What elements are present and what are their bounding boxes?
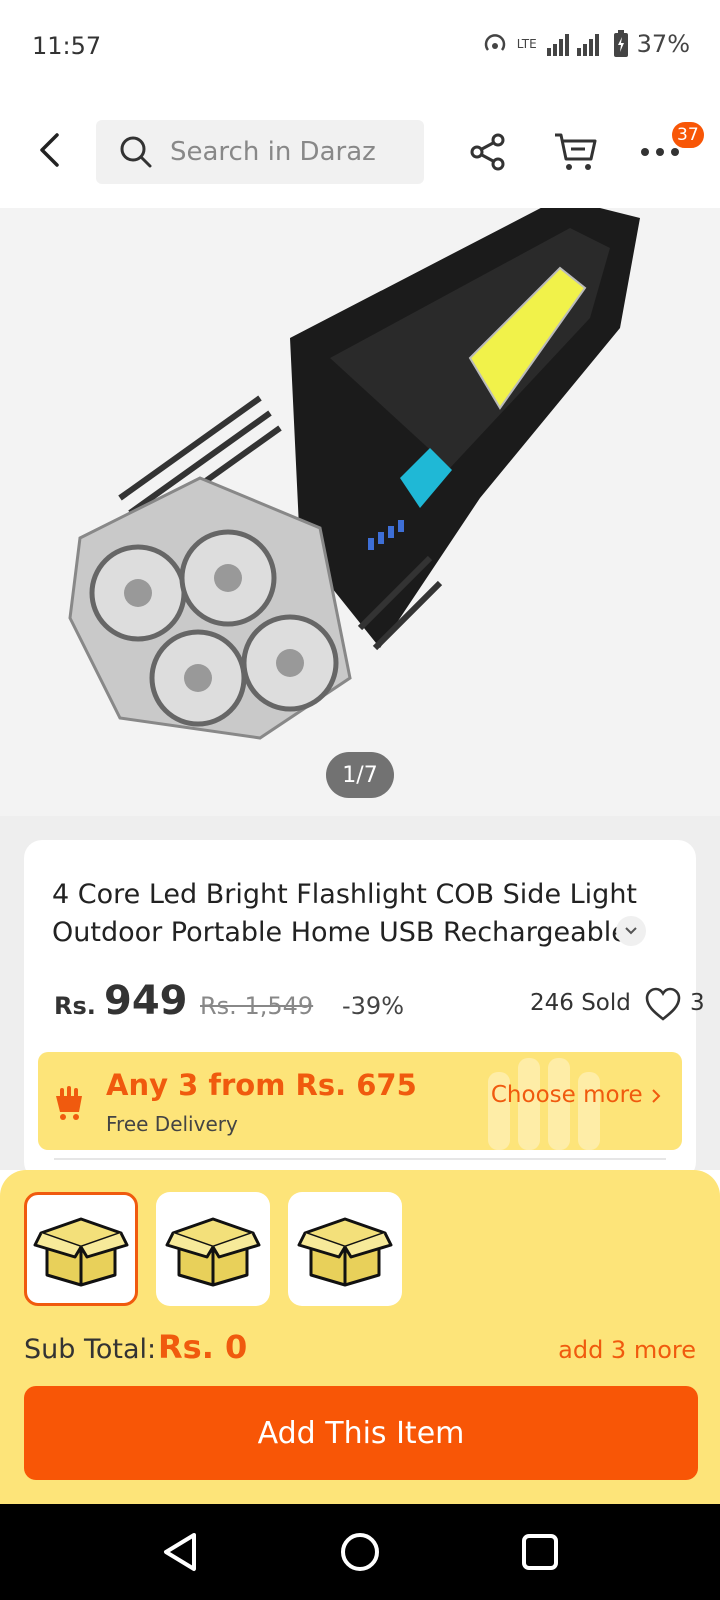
expand-title-button[interactable] bbox=[616, 916, 646, 946]
search-bar[interactable] bbox=[96, 120, 424, 184]
bundle-slot-3[interactable] bbox=[288, 1192, 402, 1306]
wishlist-count: 3 bbox=[690, 990, 705, 1016]
image-counter: 1/7 bbox=[326, 752, 394, 798]
bundle-slot-1[interactable] bbox=[24, 1192, 138, 1306]
choose-more-label: Choose more bbox=[490, 1082, 643, 1108]
choose-more-link[interactable]: Choose more bbox=[491, 1082, 662, 1108]
battery-level: 37% bbox=[636, 30, 690, 58]
shopping-cart-hand-icon bbox=[56, 1086, 82, 1120]
more-icon bbox=[641, 148, 679, 156]
box-icon bbox=[297, 1217, 393, 1287]
cart-icon bbox=[555, 133, 597, 170]
promo-title: Any 3 from Rs. 675 bbox=[106, 1068, 417, 1102]
network-type: LTE bbox=[516, 37, 537, 51]
subtotal-value: Rs. 0 bbox=[158, 1328, 248, 1366]
chevron-down-icon bbox=[625, 927, 637, 935]
promo-subtitle: Free Delivery bbox=[106, 1112, 238, 1136]
wishlist-heart-icon[interactable] bbox=[644, 986, 682, 1022]
product-image-gallery[interactable]: 1/7 bbox=[0, 208, 720, 816]
box-icon bbox=[33, 1217, 129, 1287]
divider bbox=[54, 1158, 666, 1160]
search-input[interactable] bbox=[170, 137, 400, 167]
signal-icon bbox=[546, 34, 599, 56]
add-this-item-button[interactable]: Add This Item bbox=[24, 1386, 698, 1480]
product-title-line2: Outdoor Portable Home USB Rechargeable bbox=[52, 917, 628, 948]
price-currency: Rs. bbox=[54, 992, 96, 1020]
subtotal-label: Sub Total: bbox=[24, 1334, 157, 1365]
price-row: Rs. 949 Rs. 1,549 -39% 246 Sold 3 bbox=[54, 978, 705, 1028]
nav-recents-button[interactable] bbox=[516, 1528, 564, 1576]
sold-count: 246 Sold bbox=[530, 990, 631, 1016]
status-time: 11:57 bbox=[32, 32, 102, 60]
flashlight-image bbox=[68, 208, 640, 740]
cart-button[interactable] bbox=[552, 128, 600, 176]
triangle-back-icon bbox=[164, 1533, 196, 1571]
cart-count-badge: 37 bbox=[670, 120, 706, 150]
back-button[interactable] bbox=[28, 126, 72, 174]
top-header: 37 bbox=[0, 100, 720, 208]
add-more-hint: add 3 more bbox=[558, 1336, 696, 1364]
original-price: Rs. 1,549 bbox=[200, 992, 314, 1020]
nav-back-button[interactable] bbox=[156, 1528, 204, 1576]
share-button[interactable] bbox=[464, 128, 512, 176]
box-icon bbox=[165, 1217, 261, 1287]
product-title: 4 Core Led Bright Flashlight COB Side Li… bbox=[52, 876, 648, 952]
search-icon bbox=[120, 136, 152, 168]
status-icons: LTE 37% bbox=[481, 30, 690, 58]
circle-home-icon bbox=[341, 1533, 379, 1571]
discount-percent: -39% bbox=[342, 992, 405, 1020]
status-bar: 11:57 LTE 37% bbox=[0, 0, 720, 100]
hotspot-icon bbox=[484, 34, 505, 51]
product-title-line1: 4 Core Led Bright Flashlight COB Side Li… bbox=[52, 879, 638, 910]
bundle-slot-2[interactable] bbox=[156, 1192, 270, 1306]
back-arrow-icon bbox=[40, 133, 59, 167]
square-recents-icon bbox=[522, 1534, 558, 1570]
share-icon bbox=[470, 133, 505, 171]
bundle-bottom-sheet: Sub Total: Rs. 0 add 3 more Add This Ite… bbox=[0, 1170, 720, 1504]
product-info-card: 4 Core Led Bright Flashlight COB Side Li… bbox=[24, 840, 705, 1180]
system-nav-bar bbox=[0, 1504, 720, 1600]
price-value: 949 bbox=[104, 978, 188, 1024]
battery-icon bbox=[613, 30, 628, 57]
bundle-promo-banner[interactable]: Any 3 from Rs. 675 Free Delivery Choose … bbox=[38, 1052, 682, 1150]
nav-home-button[interactable] bbox=[336, 1528, 384, 1576]
chevron-right-icon bbox=[652, 1088, 661, 1103]
